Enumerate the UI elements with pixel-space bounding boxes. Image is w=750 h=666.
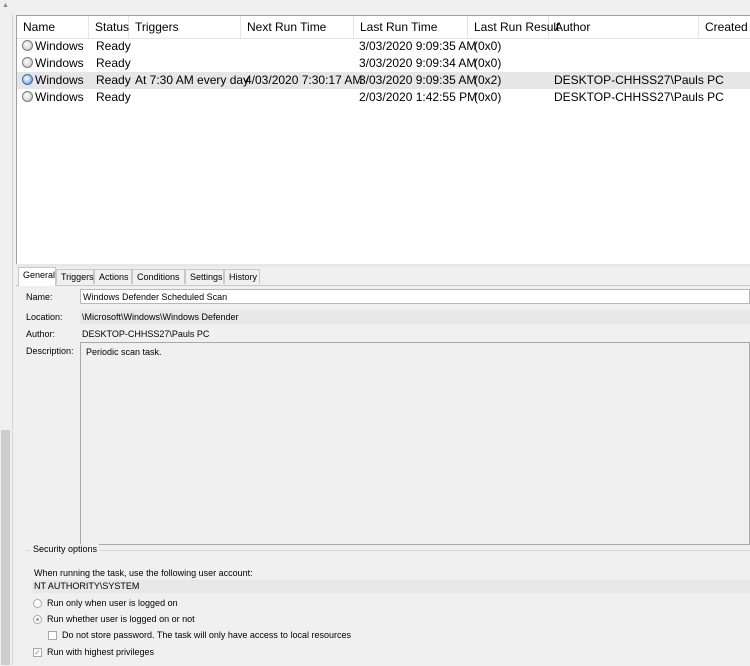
tab-general[interactable]: General: [18, 267, 56, 286]
task-status: Ready: [96, 90, 131, 104]
task-row[interactable]: Windows ... Ready 2/03/2020 1:42:55 PM (…: [17, 89, 750, 106]
task-result: (0x0): [474, 56, 502, 70]
clock-task-icon: [22, 57, 33, 68]
task-next-run: 4/03/2020 7:30:17 AM: [245, 73, 363, 87]
tab-conditions[interactable]: Conditions: [132, 269, 185, 284]
clock-task-icon: [22, 40, 33, 51]
task-result: (0x0): [474, 39, 502, 53]
checkbox-do-not-store-password[interactable]: [48, 631, 57, 640]
task-last-run: 3/03/2020 9:09:34 AM: [359, 56, 477, 70]
task-status: Ready: [96, 73, 131, 87]
toolbar-area: [12, 0, 750, 14]
name-label: Name:: [26, 292, 53, 302]
column-header-next-run-time[interactable]: Next Run Time: [241, 16, 354, 38]
task-name: Windows ...: [35, 56, 87, 70]
left-pane-scrollbar[interactable]: ▲: [0, 0, 13, 665]
task-result: (0x0): [474, 90, 502, 104]
task-name: Windows ...: [35, 73, 87, 87]
task-triggers: At 7:30 AM every day: [135, 73, 250, 87]
task-author: DESKTOP-CHHSS27\Pauls PC: [554, 90, 724, 104]
radio-run-only-logged-on[interactable]: [33, 599, 42, 608]
column-header-last-run-time[interactable]: Last Run Time: [354, 16, 468, 38]
task-last-run: 2/03/2020 1:42:55 PM: [359, 90, 478, 104]
column-header-created[interactable]: Created: [699, 16, 750, 38]
task-last-run: 3/03/2020 9:09:35 AM: [359, 73, 477, 87]
task-name: Windows ...: [35, 39, 87, 53]
description-field[interactable]: Periodic scan task.: [80, 342, 750, 545]
task-list-header: Name Status Triggers Next Run Time Last …: [17, 16, 750, 39]
tab-actions[interactable]: Actions: [94, 269, 132, 284]
column-header-author[interactable]: Author: [549, 16, 699, 38]
task-author: DESKTOP-CHHSS27\Pauls PC: [554, 73, 724, 87]
checkbox-do-not-store-password-label: Do not store password. The task will onl…: [62, 630, 351, 640]
task-status: Ready: [96, 39, 131, 53]
tab-triggers[interactable]: Triggers: [56, 269, 94, 284]
tab-history[interactable]: History: [224, 269, 260, 284]
column-header-status[interactable]: Status: [89, 16, 129, 38]
column-header-triggers[interactable]: Triggers: [129, 16, 241, 38]
properties-tabs: General Triggers Actions Conditions Sett…: [16, 267, 750, 286]
author-value: DESKTOP-CHHSS27\Pauls PC: [82, 329, 210, 339]
radio-run-whether-logged-on-label: Run whether user is logged on or not: [47, 614, 195, 624]
security-options-title: Security options: [31, 544, 100, 554]
task-properties-pane: General Triggers Actions Conditions Sett…: [16, 267, 750, 665]
task-name: Windows ...: [35, 90, 87, 104]
security-options-group: Security options When running the task, …: [26, 544, 750, 666]
author-label: Author:: [26, 329, 56, 339]
task-row[interactable]: Windows ... Ready 3/03/2020 9:09:34 AM (…: [17, 55, 750, 72]
scroll-up-arrow-icon[interactable]: ▲: [2, 2, 9, 9]
description-label: Description:: [26, 346, 74, 356]
task-result: (0x2): [474, 73, 502, 87]
checkbox-highest-privileges[interactable]: ✓: [33, 648, 42, 657]
location-value: \Microsoft\Windows\Windows Defender: [80, 310, 750, 324]
name-field[interactable]: Windows Defender Scheduled Scan: [80, 289, 750, 304]
scrollbar-thumb[interactable]: [1, 430, 10, 665]
column-header-last-run-result[interactable]: Last Run Result: [468, 16, 559, 38]
account-prompt: When running the task, use the following…: [34, 568, 253, 578]
radio-run-whether-logged-on[interactable]: [33, 615, 42, 624]
clock-task-icon: [22, 74, 33, 85]
task-list: Name Status Triggers Next Run Time Last …: [16, 15, 750, 265]
location-label: Location:: [26, 312, 63, 322]
column-header-name[interactable]: Name: [17, 16, 89, 38]
checkbox-highest-privileges-label: Run with highest privileges: [47, 647, 155, 657]
tab-settings[interactable]: Settings: [185, 269, 224, 284]
task-last-run: 3/03/2020 9:09:35 AM: [359, 39, 477, 53]
user-account-value: NT AUTHORITY\SYSTEM: [32, 580, 750, 593]
task-row[interactable]: Windows ... Ready 3/03/2020 9:09:35 AM (…: [17, 38, 750, 55]
task-status: Ready: [96, 56, 131, 70]
radio-run-only-logged-on-label: Run only when user is logged on: [47, 598, 178, 608]
task-row-selected[interactable]: Windows ... Ready At 7:30 AM every day 4…: [17, 72, 750, 89]
clock-task-icon: [22, 91, 33, 102]
description-text: Periodic scan task.: [86, 347, 162, 357]
